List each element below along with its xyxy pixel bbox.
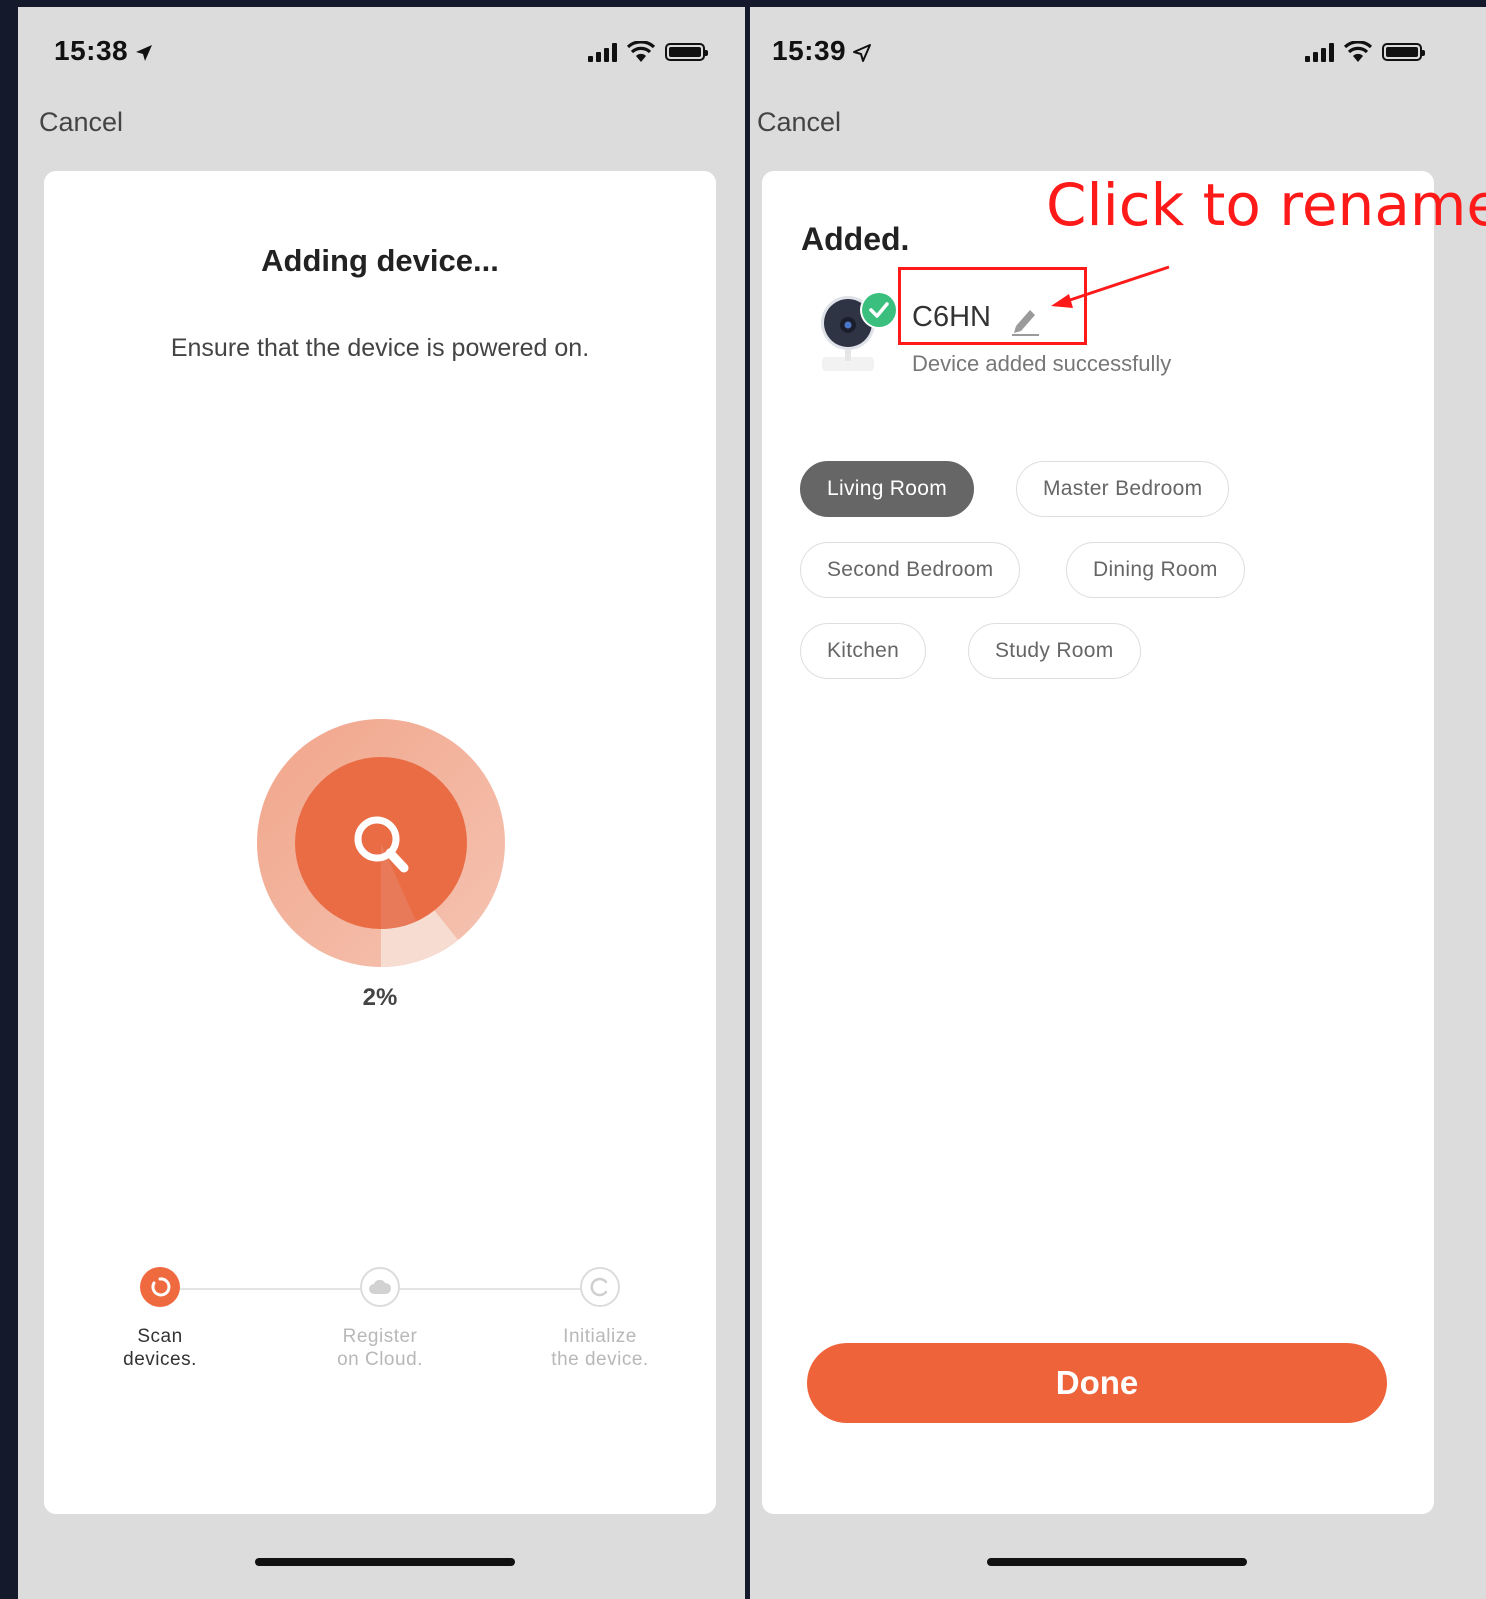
signal-icon	[1305, 42, 1334, 62]
left-phone-screen: 15:38 Cancel Adding device... Ensure tha…	[18, 7, 745, 1599]
step-label: Scan devices.	[80, 1325, 240, 1371]
step-label-line: Initialize	[563, 1326, 637, 1347]
room-chip-study-room[interactable]: Study Room	[968, 623, 1141, 679]
status-bar-time: 15:39	[772, 35, 872, 67]
step-label-line: on Cloud.	[337, 1349, 423, 1370]
home-indicator[interactable]	[987, 1558, 1247, 1566]
wifi-icon	[1344, 41, 1372, 62]
cloud-icon	[360, 1267, 400, 1307]
progress-percent: 2%	[362, 984, 398, 1011]
battery-icon	[665, 43, 708, 61]
step-label-line: devices.	[123, 1349, 197, 1370]
room-chip-second-bedroom[interactable]: Second Bedroom	[800, 542, 1021, 598]
step-label: Register on Cloud.	[300, 1325, 460, 1371]
done-button[interactable]: Done	[807, 1343, 1387, 1423]
battery-icon	[1382, 43, 1425, 61]
step-label-line: Register	[342, 1326, 418, 1347]
signal-icon	[588, 42, 617, 62]
step-register-cloud: Register on Cloud.	[300, 1267, 460, 1371]
page-title: Added.	[801, 221, 910, 257]
room-chip-master-bedroom[interactable]: Master Bedroom	[1016, 461, 1230, 517]
status-time-text: 15:38	[54, 35, 129, 66]
room-chip-dining-room[interactable]: Dining Room	[1066, 542, 1245, 598]
device-status-text: Device added successfully	[912, 351, 1172, 376]
step-label: Initialize the device.	[520, 1325, 680, 1371]
rename-annotation: Click to rename	[1046, 171, 1486, 239]
camera-icon	[821, 291, 898, 371]
status-icons	[1305, 41, 1425, 63]
status-bar-time: 15:38	[54, 35, 154, 67]
progress-ring	[257, 719, 505, 967]
step-label-line: the device.	[551, 1349, 649, 1370]
checkmark-icon	[860, 291, 898, 329]
location-arrow-icon	[136, 44, 153, 61]
adding-device-card: Adding device... Ensure that the device …	[44, 171, 716, 1514]
step-initialize-device: Initialize the device.	[520, 1267, 680, 1371]
location-arrow-icon	[853, 43, 872, 62]
refresh-icon	[580, 1267, 620, 1307]
wifi-icon	[627, 41, 655, 62]
refresh-icon	[140, 1267, 180, 1307]
annotation-arrow-icon	[1051, 265, 1170, 308]
page-title: Adding device...	[261, 243, 499, 278]
room-chip-living-room[interactable]: Living Room	[800, 461, 975, 517]
status-time-text: 15:39	[772, 35, 847, 66]
page-subtitle: Ensure that the device is powered on.	[170, 334, 590, 362]
step-scan-devices: Scan devices.	[80, 1267, 240, 1371]
status-icons	[588, 41, 708, 63]
cancel-button[interactable]: Cancel	[757, 107, 841, 138]
device-added-card: Added. C6HN Device added successfully Cl…	[762, 171, 1486, 1514]
right-phone-screen: 15:39 Cancel Added. C6HN Device added su…	[750, 7, 1486, 1599]
cancel-button[interactable]: Cancel	[39, 107, 123, 138]
room-chip-kitchen[interactable]: Kitchen	[800, 623, 927, 679]
step-label-line: Scan	[137, 1326, 183, 1347]
home-indicator[interactable]	[255, 1558, 515, 1566]
